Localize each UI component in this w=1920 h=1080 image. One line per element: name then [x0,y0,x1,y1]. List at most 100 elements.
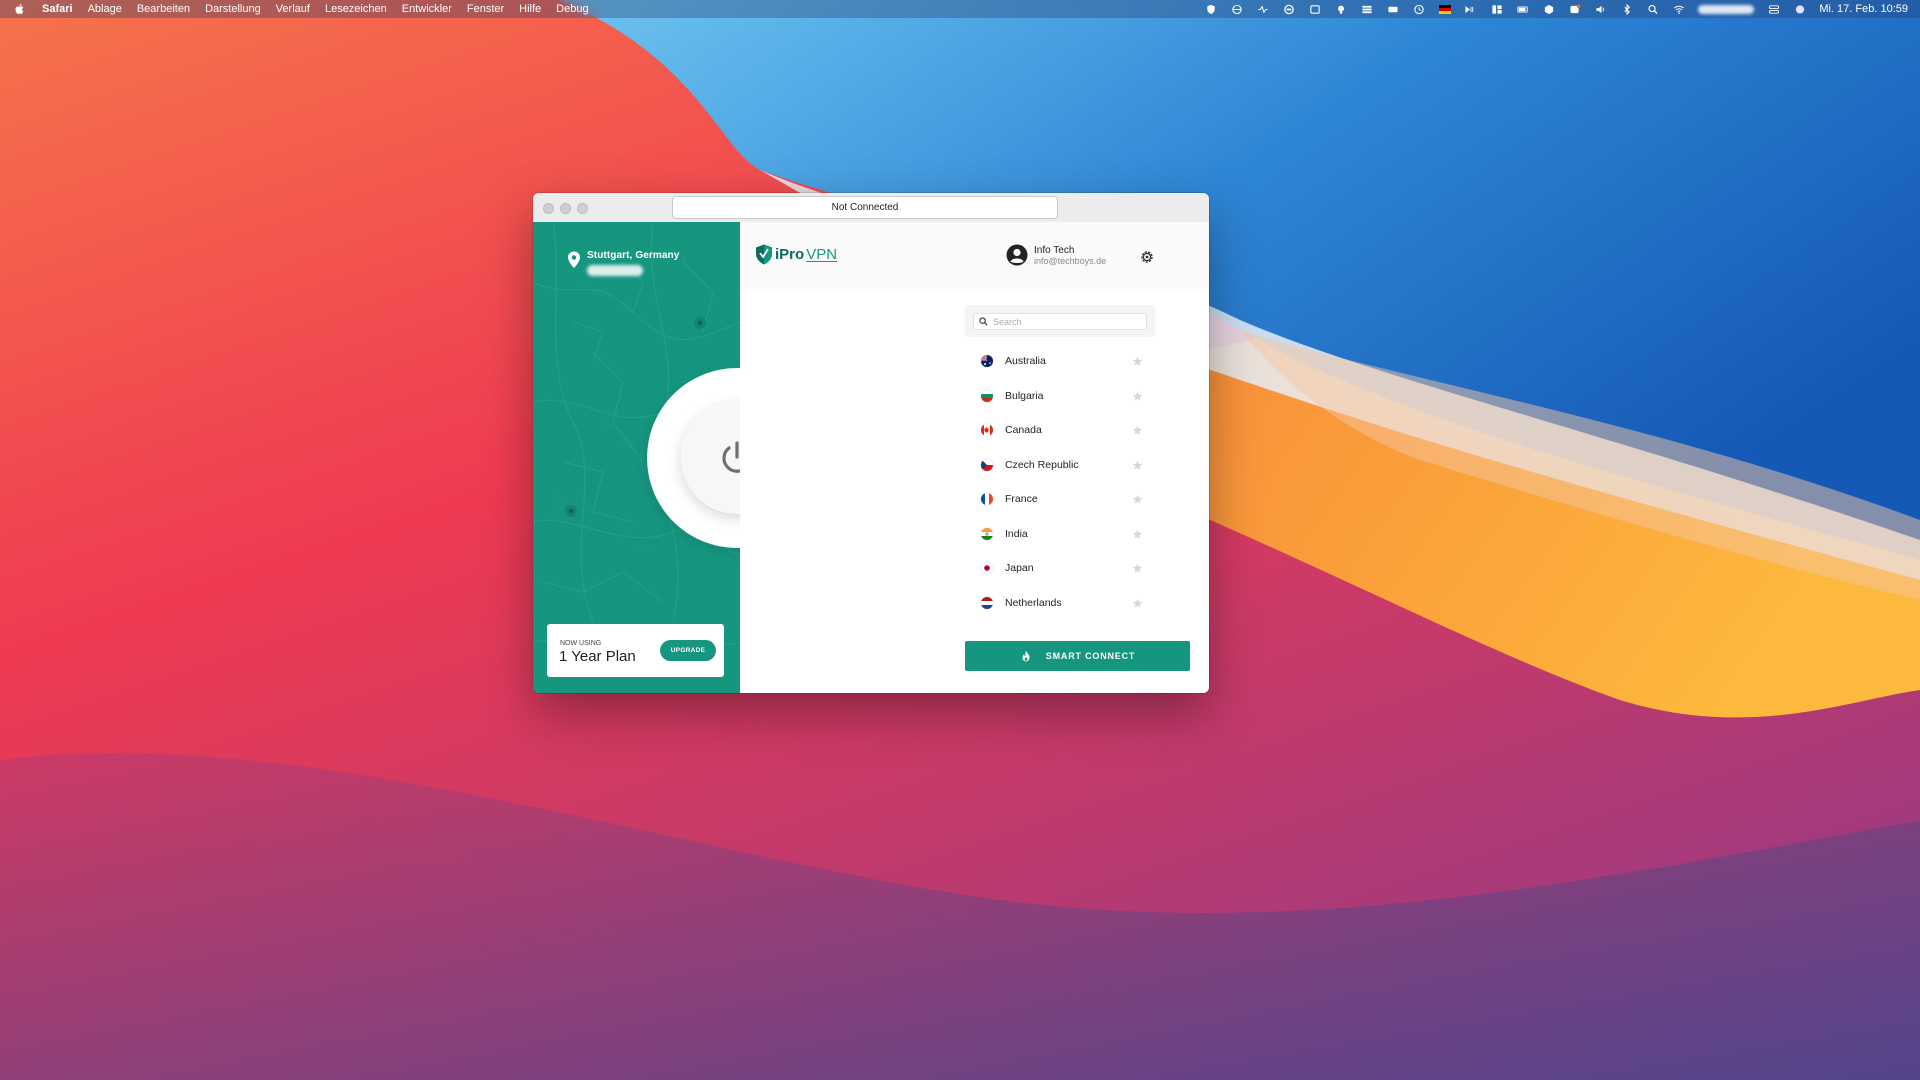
traffic-lights [543,203,588,214]
bluetooth-icon[interactable] [1620,3,1633,15]
lightbulb-status-icon[interactable] [1334,4,1347,15]
server-row-czech-republic[interactable]: Czech Republic [965,448,1155,483]
smart-connect-button[interactable]: SMART CONNECT [965,641,1190,671]
keyboard-status-icon[interactable] [1386,4,1399,15]
plan-name: 1 Year Plan [559,648,636,665]
location-city: Stuttgart, Germany [587,250,680,261]
netherlands-flag-icon [981,596,993,609]
server-name: Japan [1005,562,1034,575]
ipro-vpn-logo: iPro VPN [755,244,837,265]
cube-status-icon[interactable] [1542,4,1555,15]
menu-hilfe[interactable]: Hilfe [519,3,541,15]
favorite-star-icon[interactable] [1132,391,1143,402]
app-header: iPro VPN Info Tech info@techboys.de [740,222,1209,291]
india-flag-icon [981,527,993,540]
vpn-shield-status-icon[interactable] [1204,4,1217,15]
control-center-icon[interactable] [1767,4,1780,15]
wifi-icon[interactable] [1672,4,1685,15]
volume-icon[interactable] [1594,4,1607,15]
user-avatar-icon [1006,244,1028,266]
france-flag-icon [981,493,993,506]
menu-bearbeiten[interactable]: Bearbeiten [137,3,190,15]
plan-card: NOW USING 1 Year Plan UPGRADE [547,624,724,677]
notification-status-icon[interactable] [1568,3,1581,15]
server-name: India [1005,527,1028,540]
server-list: Australia Bulgaria Canada Czech Republic [965,344,1155,620]
user-email: info@techboys.de [1034,255,1107,266]
user-account[interactable]: Info Tech info@techboys.de [1006,244,1106,266]
favorite-star-icon[interactable] [1132,529,1143,540]
favorite-star-icon[interactable] [1132,563,1143,574]
search-input[interactable] [993,316,1133,327]
user-name: Info Tech [1034,244,1075,256]
search-icon [979,317,988,326]
server-name: Australia [1005,355,1046,368]
ipro-vpn-window: Not Connected Stuttgart, Germany NOW USI… [533,193,1209,693]
media-status-icon[interactable] [1464,4,1477,15]
favorite-star-icon[interactable] [1132,598,1143,609]
window-status-icon[interactable] [1308,4,1321,15]
battery-status-icon[interactable] [1516,4,1529,15]
stack-status-icon[interactable] [1360,4,1373,15]
bulgaria-flag-icon [981,389,993,402]
server-list-area: Australia Bulgaria Canada Czech Republic [740,291,1209,693]
menu-ablage[interactable]: Ablage [88,3,122,15]
globe-status-icon[interactable] [1230,4,1243,15]
connection-status-title: Not Connected [672,196,1058,219]
menu-darstellung[interactable]: Darstellung [205,3,261,15]
server-row-australia[interactable]: Australia [965,344,1155,379]
plan-caption: NOW USING [560,640,602,647]
audio-status-icon[interactable] [1256,4,1269,15]
server-name: Bulgaria [1005,389,1044,402]
server-row-bulgaria[interactable]: Bulgaria [965,379,1155,414]
search-container [965,305,1155,337]
ip-address-redacted [587,265,643,276]
location-pin-icon [568,251,580,268]
menu-entwickler[interactable]: Entwickler [402,3,452,15]
disk-status-icon[interactable] [1282,4,1295,15]
server-row-canada[interactable]: Canada [965,413,1155,448]
menu-lesezeichen[interactable]: Lesezeichen [325,3,387,15]
brand-name-vpn: VPN [806,246,838,263]
czech-republic-flag-icon [981,458,993,471]
menu-debug[interactable]: Debug [556,3,588,15]
favorite-star-icon[interactable] [1132,494,1143,505]
server-row-japan[interactable]: Japan [965,551,1155,586]
japan-flag-icon [981,562,993,575]
search-field[interactable] [973,313,1147,330]
smart-connect-label: SMART CONNECT [1045,651,1136,661]
favorite-star-icon[interactable] [1132,460,1143,471]
menu-bar: Safari Ablage Bearbeiten Darstellung Ver… [0,0,1920,18]
server-row-india[interactable]: India [965,517,1155,552]
server-name: Netherlands [1005,596,1062,609]
layout-status-icon[interactable] [1490,4,1503,15]
spotlight-search-icon[interactable] [1646,4,1659,15]
user-name-redacted [1698,4,1755,14]
server-name: Czech Republic [1005,458,1079,471]
server-row-netherlands[interactable]: Netherlands [965,586,1155,621]
upgrade-button[interactable]: UPGRADE [660,640,716,661]
minimize-window-button[interactable] [560,203,571,214]
window-titlebar[interactable]: Not Connected [533,193,1209,223]
settings-gear-icon[interactable] [1139,249,1155,265]
menu-fenster[interactable]: Fenster [467,3,504,15]
german-flag-icon[interactable] [1438,4,1451,15]
apple-menu-icon[interactable] [14,3,28,15]
favorite-star-icon[interactable] [1132,425,1143,436]
flame-icon [1022,650,1030,662]
brand-name-ipro: iPro [775,246,805,263]
siri-icon[interactable] [1793,4,1806,15]
time-machine-status-icon[interactable] [1412,4,1425,15]
server-name: France [1005,493,1038,506]
canada-flag-icon [981,424,993,437]
server-row-france[interactable]: France [965,482,1155,517]
server-name: Canada [1005,424,1042,437]
menu-verlauf[interactable]: Verlauf [276,3,310,15]
menu-app-name[interactable]: Safari [42,3,73,15]
favorite-star-icon[interactable] [1132,356,1143,367]
current-location: Stuttgart, Germany [567,250,679,276]
zoom-window-button[interactable] [577,203,588,214]
menu-clock[interactable]: Mi. 17. Feb. 10:59 [1819,3,1908,15]
close-window-button[interactable] [543,203,554,214]
shield-logo-icon [756,244,772,265]
